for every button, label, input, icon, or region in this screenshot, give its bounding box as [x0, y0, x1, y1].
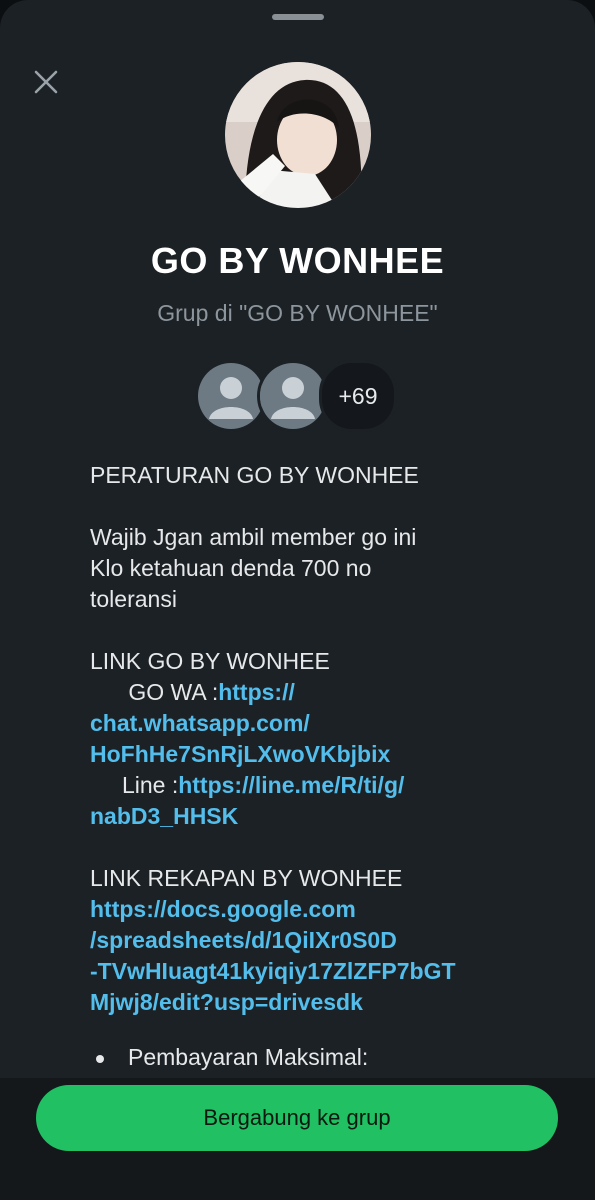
group-avatar: [225, 62, 371, 208]
group-invite-sheet: GO BY WONHEE Grup di "GO BY WONHEE" +69 …: [0, 0, 595, 1200]
line-link[interactable]: https://line.me/R/ti/g/: [178, 772, 404, 798]
line-label: Line :: [90, 772, 179, 798]
recap-link[interactable]: Mjwj8/edit?usp=drivesdk: [90, 987, 510, 1018]
wa-link[interactable]: https://: [218, 679, 295, 705]
links-title: LINK GO BY WONHEE: [90, 648, 330, 674]
list-item: Pembayaran Maksimal:: [90, 1042, 510, 1073]
line-link[interactable]: nabD3_HHSK: [90, 801, 510, 832]
member-avatars[interactable]: +69: [195, 360, 405, 432]
join-group-button[interactable]: Bergabung ke grup: [36, 1085, 558, 1151]
rule-line: Wajib Jgan ambil member go ini: [90, 524, 417, 550]
rule-line: Klo ketahuan denda 700 no: [90, 555, 372, 581]
close-button[interactable]: [28, 64, 64, 100]
bullet-dot: [96, 1055, 104, 1063]
default-avatar-icon: [198, 363, 264, 429]
wa-link[interactable]: HoFhHe7SnRjLXwoVKbjbix: [90, 739, 510, 770]
wa-label: GO WA :: [90, 679, 219, 705]
close-icon: [34, 70, 58, 94]
recap-title: LINK REKAPAN BY WONHEE: [90, 865, 403, 891]
default-avatar-icon: [260, 363, 326, 429]
wa-link[interactable]: chat.whatsapp.com/: [90, 708, 510, 739]
bullet-text: Pembayaran Maksimal:: [128, 1044, 369, 1070]
group-name: GO BY WONHEE: [150, 240, 445, 281]
recap-link[interactable]: https://docs.google.com: [90, 894, 510, 925]
extra-members-count: +69: [319, 360, 397, 432]
group-description: PERATURAN GO BY WONHEE Wajib Jgan ambil …: [90, 460, 510, 1073]
group-subtitle: Grup di "GO BY WONHEE": [157, 300, 438, 326]
recap-link[interactable]: -TVwHIuagt41kyiqiy17ZlZFP7bGT: [90, 956, 510, 987]
drag-handle[interactable]: [272, 14, 324, 20]
rules-title: PERATURAN GO BY WONHEE: [90, 462, 419, 488]
rule-line: toleransi: [90, 586, 177, 612]
recap-link[interactable]: /spreadsheets/d/1QiIXr0S0D: [90, 925, 510, 956]
